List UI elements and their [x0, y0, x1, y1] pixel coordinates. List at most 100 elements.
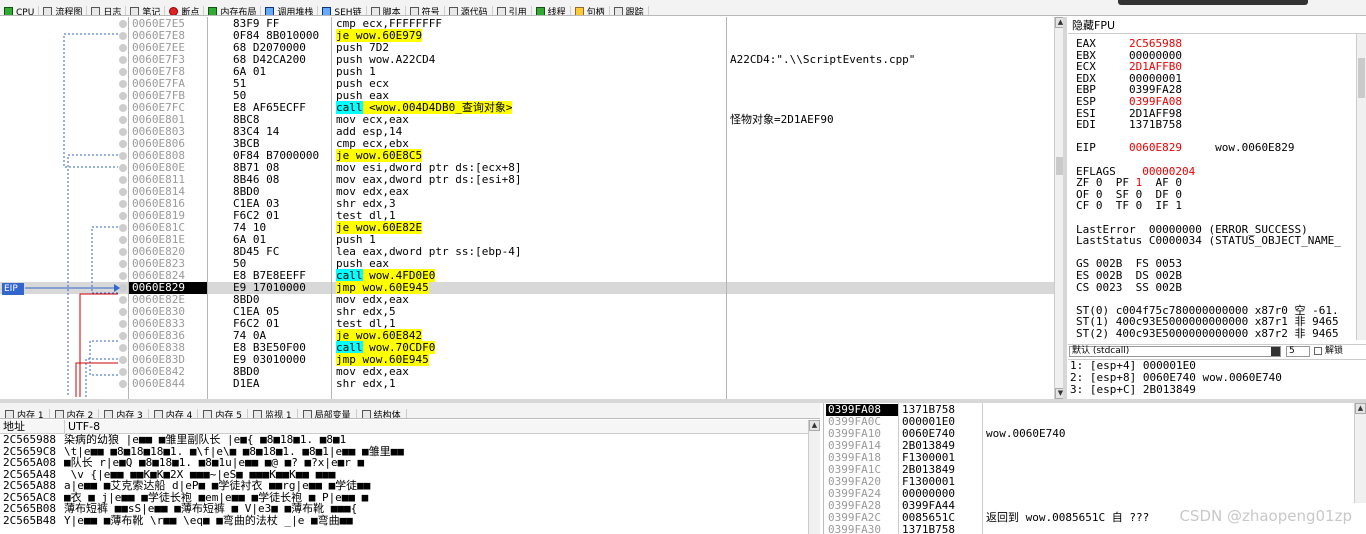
- scroll-up-icon[interactable]: ▲: [809, 420, 820, 431]
- scroll-thumb[interactable]: [1056, 157, 1063, 175]
- bottom-tab[interactable]: 内存 4: [149, 409, 199, 418]
- register-line[interactable]: CS 0023 SS 002B: [1076, 280, 1182, 294]
- toolbar-tab-label: 日志: [103, 8, 122, 16]
- register-extra: wow.0060E829: [1181, 141, 1295, 155]
- bottom-tab-label: 内存 5: [215, 411, 242, 419]
- convention-value: 默认 (stdcall): [1072, 346, 1130, 356]
- toolbar-tab[interactable]: CPU: [0, 6, 40, 15]
- bottom-tab[interactable]: 内存 5: [198, 409, 248, 419]
- arg-count-stepper[interactable]: 5: [1286, 346, 1310, 357]
- memory-icon: [54, 410, 64, 418]
- registers-vscroll[interactable]: [1356, 34, 1366, 340]
- breakpoint-icon: [169, 7, 179, 15]
- unlock-checkbox[interactable]: [1314, 347, 1322, 355]
- call-stack-icon: [265, 7, 275, 15]
- cpu-icon: [4, 7, 13, 15]
- memory-row[interactable]: 2C565B48 Y|e■■ ■薄布靴 \r■■ \eq■ ■弯曲的法杖 _|e …: [0, 513, 808, 527]
- register-line[interactable]: LastStatus C0000034 (STATUS_OBJECT_NAME_: [1076, 235, 1341, 247]
- locals-icon: [302, 410, 312, 418]
- toolbar-tab[interactable]: 线程: [532, 6, 571, 15]
- disasm-bytes: D1EA: [233, 377, 260, 390]
- stack-row[interactable]: 0399FA30 1371B758: [824, 524, 1354, 534]
- thread-icon: [535, 7, 545, 15]
- bottom-tab-label: 内存 3: [116, 411, 143, 419]
- toolbar-tab[interactable]: 流程图: [39, 6, 88, 15]
- column-divider: [726, 17, 727, 399]
- memory-address: 2C565A08: [3, 456, 56, 469]
- toolbar-tab[interactable]: SEH链: [318, 6, 367, 15]
- toolbar-tab[interactable]: 源代码: [445, 6, 493, 16]
- toolbar-tab[interactable]: 调用堆栈: [261, 6, 319, 15]
- stack-vscroll[interactable]: ▲: [1354, 403, 1366, 503]
- bottom-tab[interactable]: 结构体: [357, 409, 407, 418]
- memory-address: 2C565988: [3, 434, 56, 446]
- jump-arrow: [91, 226, 118, 294]
- bottom-tab[interactable]: 内存 3: [99, 409, 149, 419]
- toolbar-tab[interactable]: 断点: [165, 6, 205, 15]
- register-value: 0060E829: [1128, 141, 1182, 155]
- memory-address: 2C565A88: [3, 479, 56, 492]
- toolbar-tab[interactable]: 笔记: [126, 6, 166, 16]
- active-jump-arrow: [79, 293, 118, 397]
- trace-icon: [613, 7, 623, 15]
- toolbar-tab-label: 内存布局: [220, 8, 257, 16]
- argument-hint-line: 3: [esp+C] 2B013849: [1070, 383, 1196, 396]
- toolbar-tab[interactable]: 跟踪: [610, 6, 649, 15]
- toolbar-tab[interactable]: 符号: [406, 6, 445, 15]
- bottom-tab-label: 内存 1: [17, 411, 44, 419]
- register-name: EDI: [1076, 118, 1129, 132]
- chevron-down-icon[interactable]: [1271, 347, 1280, 356]
- active-jump-arrow: [75, 362, 118, 397]
- column-divider: [898, 403, 899, 534]
- notes-icon: [130, 7, 140, 15]
- register-line[interactable]: ST(2) 400c93E5000000000000 x87r2 非 9465: [1076, 328, 1339, 340]
- bottom-tab[interactable]: 监视 1: [248, 409, 298, 418]
- memory-text: Y|e■■ ■薄布靴 \r■■ \eq■ ■弯曲的法杖 _|e ■弯曲■■: [64, 513, 353, 527]
- toolbar-tab-label: 源代码: [460, 8, 488, 16]
- toolbar-tab-label: 脚本: [382, 8, 401, 16]
- column-divider: [207, 17, 208, 399]
- unlock-label: 解锁: [1325, 346, 1344, 356]
- memory-col-addr[interactable]: 地址: [3, 420, 25, 434]
- splitter-vertical[interactable]: [1063, 17, 1067, 399]
- memory-address: 2C565B48: [3, 513, 56, 527]
- bottom-tab-label: 局部变量: [314, 411, 351, 419]
- memory-header: 地址 UTF-8: [0, 420, 820, 434]
- symbol-icon: [409, 7, 419, 15]
- scroll-up-icon[interactable]: ▲: [1355, 403, 1366, 414]
- toolbar-tab[interactable]: 内存布局: [204, 6, 262, 16]
- toolbar-tab[interactable]: 句柄: [571, 6, 610, 15]
- eip-marker: EIP: [2, 283, 24, 295]
- register-line[interactable]: CF 0 TF 0 IF 1: [1076, 200, 1182, 212]
- stack-value: 1371B758: [902, 523, 955, 534]
- jump-arrow: [63, 33, 118, 168]
- script-icon: [370, 7, 380, 15]
- bottom-tab[interactable]: 局部变量: [298, 409, 357, 419]
- convention-select[interactable]: 默认 (stdcall): [1069, 346, 1281, 357]
- register-name: CS 0023 SS 002B: [1076, 280, 1182, 294]
- registers-title[interactable]: 隐藏FPU: [1068, 17, 1366, 34]
- memory-icon: [203, 410, 213, 418]
- toolbar-tab[interactable]: 日志: [87, 6, 127, 16]
- memory-dump[interactable]: 2C565988 染病的幼狼 |e■■ ■雏里副队长 |e■{ ■8■18■1. …: [0, 434, 808, 534]
- toolbar-tab-label: 笔记: [142, 8, 161, 16]
- bottom-tab[interactable]: 内存 1: [0, 409, 50, 419]
- toolbar-tab[interactable]: 引用: [493, 6, 532, 16]
- bottom-tab[interactable]: 内存 2: [50, 409, 100, 418]
- scroll-thumb[interactable]: [1358, 58, 1365, 98]
- column-divider: [982, 403, 983, 534]
- register-line[interactable]: EDI 1371B758: [1076, 119, 1182, 131]
- disasm-row[interactable]: 0060E844 D1EA shr edx,1: [0, 378, 1054, 390]
- disassembly-view[interactable]: 0060E7E5 83F9 FF cmp ecx,FFFFFFFF 0060E7E8 0…: [0, 17, 1054, 399]
- bottom-tabs: 内存 1 内存 2 内存 3 内存 4 内存 5 监视 1 局部变量 结构体: [0, 403, 820, 419]
- arg-count-value: 5: [1289, 346, 1295, 356]
- memory-map-icon: [208, 7, 218, 15]
- memory-col-encoding[interactable]: UTF-8: [64, 420, 810, 434]
- disasm-comment: 怪物对象=2D1AEF90: [730, 113, 834, 126]
- register-line[interactable]: EIP 0060E829 wow.0060E829: [1076, 142, 1295, 154]
- memory-vscroll[interactable]: ▲: [808, 420, 820, 534]
- flowchart-icon: [43, 7, 53, 15]
- log-icon: [91, 7, 101, 15]
- toolbar-tab[interactable]: 脚本: [367, 6, 406, 16]
- toolbar-tab-label: 引用: [508, 8, 527, 16]
